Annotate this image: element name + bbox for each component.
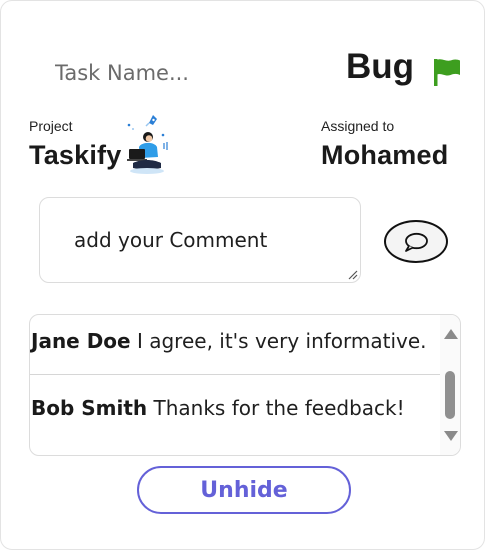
task-type-label: Bug <box>346 47 415 86</box>
resize-handle-icon[interactable] <box>346 268 358 280</box>
assignee-name: Mohamed <box>321 140 449 170</box>
scroll-up-arrow-icon[interactable] <box>444 329 458 339</box>
person-laptop-rocket-icon <box>127 115 168 174</box>
assignee-label: Assigned to <box>321 118 395 134</box>
project-label: Project <box>29 118 73 134</box>
flag-icon[interactable] <box>431 56 463 88</box>
speech-bubble-icon <box>405 232 428 252</box>
scrollbar-thumb[interactable] <box>445 371 455 419</box>
comment-divider <box>30 374 442 375</box>
project-name: Taskify <box>29 140 122 170</box>
comment-item: Jane Doe I agree, it's very informative. <box>31 329 441 353</box>
comments-list: Jane Doe I agree, it's very informative.… <box>29 314 461 456</box>
scroll-down-arrow-icon[interactable] <box>444 431 458 441</box>
unhide-button[interactable]: Unhide <box>137 466 351 514</box>
send-comment-button[interactable] <box>384 220 448 263</box>
comment-author: Jane Doe <box>31 329 131 353</box>
task-card: Bug Project Taskify Assigned to Mohamed <box>0 0 485 550</box>
task-name-input[interactable] <box>41 53 305 93</box>
comment-text: Thanks for the feedback! <box>147 396 405 420</box>
comment-input-wrapper <box>39 197 361 283</box>
comment-input[interactable] <box>40 198 360 282</box>
comments-scrollbar[interactable] <box>440 315 460 455</box>
comment-item: Bob Smith Thanks for the feedback! <box>31 396 441 420</box>
comment-author: Bob Smith <box>31 396 148 420</box>
comment-text: I agree, it's very informative. <box>130 329 427 353</box>
